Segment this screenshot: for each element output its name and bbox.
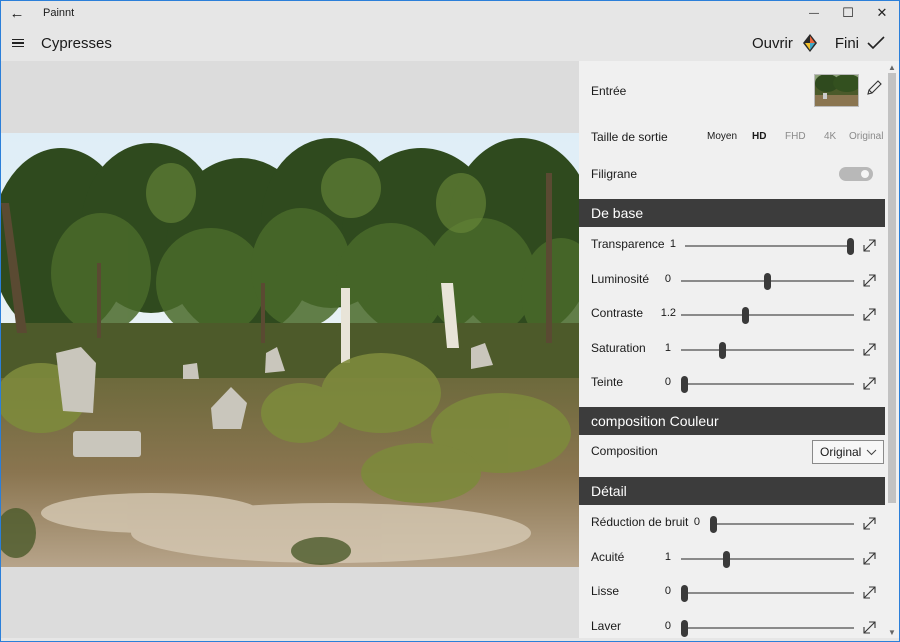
size-option-selected[interactable]: HD xyxy=(752,131,785,142)
expand-arrow-icon[interactable] xyxy=(862,376,877,391)
slider-value: 1 xyxy=(664,341,671,354)
section-basic-header[interactable]: De base xyxy=(579,199,885,227)
app-bar: Cypresses Ouvrir Fini xyxy=(1,25,899,61)
expand-arrow-icon[interactable] xyxy=(862,620,877,635)
title-bar: ← Painnt — ☐ ✕ xyxy=(1,1,899,25)
slider-track[interactable] xyxy=(681,557,854,560)
slider-thumb[interactable] xyxy=(710,516,717,533)
minimize-button[interactable]: — xyxy=(797,1,831,25)
expand-arrow-icon[interactable] xyxy=(862,342,877,357)
open-label: Ouvrir xyxy=(751,34,793,52)
slider-label: Réduction de bruit xyxy=(591,515,689,529)
close-button[interactable]: ✕ xyxy=(865,1,899,25)
watermark-label: Filigrane xyxy=(591,167,638,181)
slider-track[interactable] xyxy=(681,383,854,385)
scrollbar-thumb[interactable] xyxy=(888,73,896,503)
slider-thumb[interactable] xyxy=(681,585,688,602)
slider-thumb[interactable] xyxy=(722,550,730,568)
slider-thumb[interactable] xyxy=(719,341,727,359)
slider-value: 1 xyxy=(669,238,676,250)
size-option[interactable]: Moyen xyxy=(707,131,752,142)
settings-panel: Entrée Taille de sortie Moyen HD FHD 4K … xyxy=(579,61,885,638)
composition-label: Composition xyxy=(591,444,658,458)
app-actions: Ouvrir Fini xyxy=(748,25,891,61)
slider-thumb[interactable] xyxy=(681,619,688,637)
expand-arrow-icon[interactable] xyxy=(862,238,877,253)
slider-value: 0 xyxy=(693,516,700,528)
slider-value: 0 xyxy=(664,272,671,285)
slider-track[interactable] xyxy=(681,626,854,629)
slider-track[interactable] xyxy=(681,592,854,594)
open-button[interactable]: Ouvrir xyxy=(748,32,825,54)
input-label: Entrée xyxy=(591,84,627,98)
slider-label: Luminosité xyxy=(591,271,650,286)
slider-track[interactable] xyxy=(681,314,854,316)
slider-track[interactable] xyxy=(685,245,854,247)
document-title: Cypresses xyxy=(41,34,112,52)
slider-value: 0 xyxy=(664,376,671,388)
slider-label: Laver xyxy=(591,618,622,633)
slider-track[interactable] xyxy=(710,523,854,525)
back-arrow-icon[interactable]: ← xyxy=(1,1,33,25)
window-controls: — ☐ ✕ xyxy=(797,1,899,25)
watermark-toggle[interactable] xyxy=(839,167,873,181)
size-option[interactable]: Original xyxy=(849,131,883,142)
maximize-button[interactable]: ☐ xyxy=(831,1,865,25)
output-size-options: Moyen HD FHD 4K Original xyxy=(707,131,883,142)
size-option[interactable]: FHD xyxy=(785,131,824,142)
scroll-up-icon[interactable]: ▲ xyxy=(885,61,899,73)
checkmark-icon xyxy=(865,32,887,54)
composition-select[interactable]: Original xyxy=(812,440,884,464)
section-color-composition-header[interactable]: composition Couleur xyxy=(579,407,885,435)
expand-arrow-icon[interactable] xyxy=(862,585,877,600)
slider-track[interactable] xyxy=(681,348,854,351)
composition-selected-value: Original xyxy=(820,445,862,459)
done-button[interactable]: Fini xyxy=(831,32,891,54)
slider-value: 0 xyxy=(664,619,671,632)
slider-thumb[interactable] xyxy=(847,238,854,255)
slider-label: Contraste xyxy=(591,306,644,320)
slider-thumb[interactable] xyxy=(764,272,771,290)
slider-label: Lisse xyxy=(591,584,620,598)
done-label: Fini xyxy=(834,34,859,52)
output-size-label: Taille de sortie xyxy=(591,130,668,144)
chevron-down-icon xyxy=(866,445,877,462)
slider-value: 1 xyxy=(664,550,671,563)
hamburger-menu-icon[interactable] xyxy=(1,25,35,61)
app-name: Painnt xyxy=(43,7,75,19)
preview-area xyxy=(1,61,579,638)
expand-arrow-icon[interactable] xyxy=(862,516,877,531)
slider-value: 0 xyxy=(664,585,671,597)
preview-image xyxy=(1,133,579,567)
painnt-logo-icon xyxy=(799,32,821,54)
slider-thumb[interactable] xyxy=(742,307,750,324)
section-detail-header[interactable]: Détail xyxy=(579,477,885,505)
expand-arrow-icon[interactable] xyxy=(862,273,877,288)
slider-value: 1.2 xyxy=(660,307,676,319)
expand-arrow-icon[interactable] xyxy=(862,307,877,322)
slider-thumb[interactable] xyxy=(681,376,688,393)
panel-scrollbar[interactable]: ▲ ▼ xyxy=(885,61,899,638)
input-thumbnail[interactable] xyxy=(814,74,859,107)
slider-label: Teinte xyxy=(591,375,624,389)
app-window: ← Painnt — ☐ ✕ Cypresses Ouvrir Fini Ent… xyxy=(0,0,900,642)
slider-label: Acuité xyxy=(591,549,625,564)
slider-label: Saturation xyxy=(591,340,646,355)
expand-arrow-icon[interactable] xyxy=(862,551,877,566)
pencil-icon[interactable] xyxy=(865,79,883,97)
scroll-down-icon[interactable]: ▼ xyxy=(885,626,899,638)
size-option[interactable]: 4K xyxy=(824,131,849,142)
